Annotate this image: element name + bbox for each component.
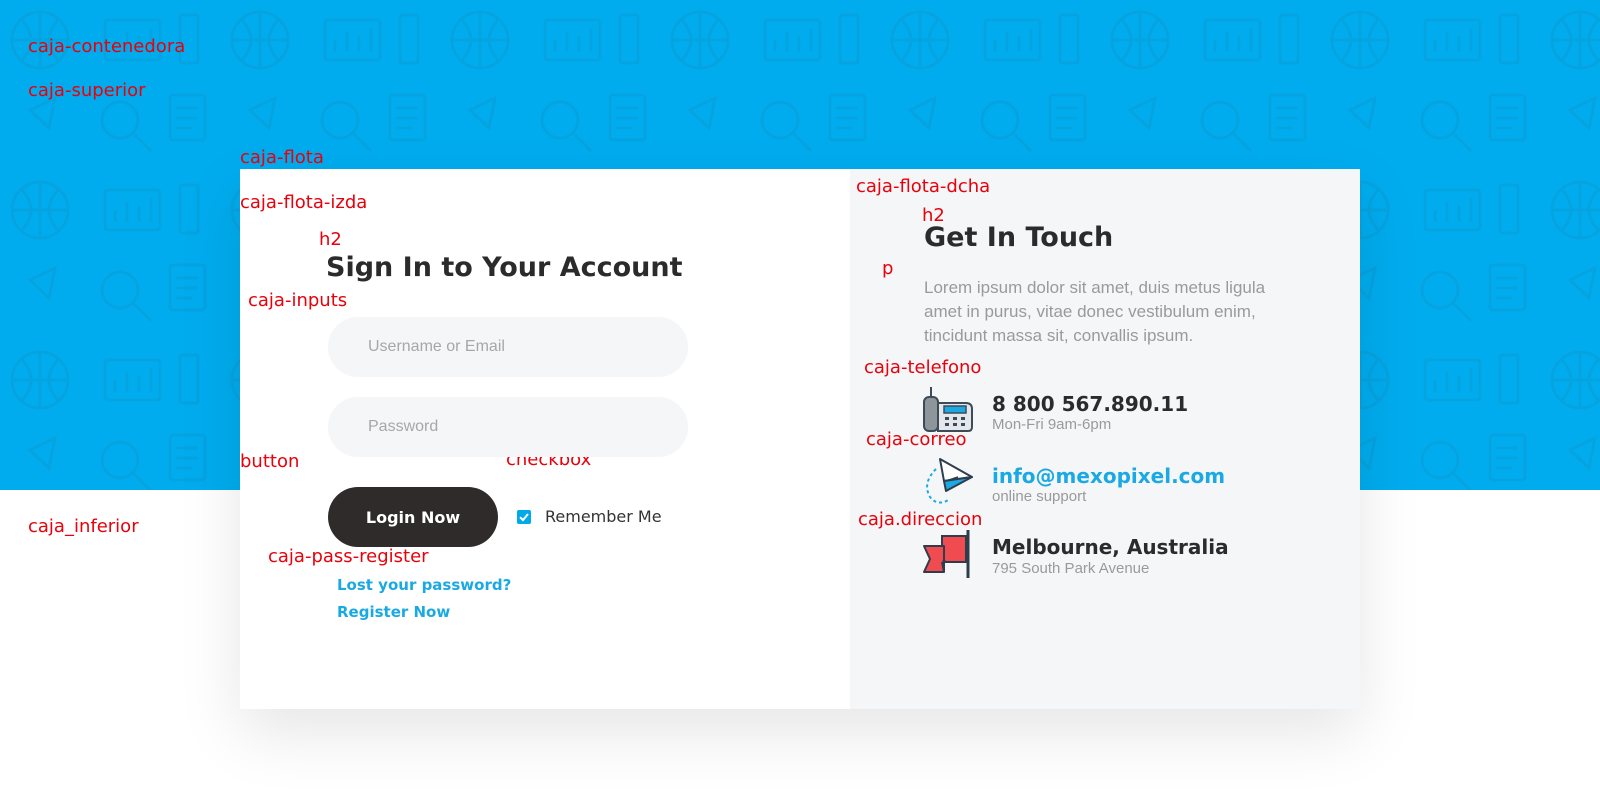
label-button: button: [240, 451, 300, 472]
telephone-icon: [923, 387, 973, 432]
address-street: 795 South Park Avenue: [992, 560, 1150, 577]
username-input[interactable]: [328, 317, 688, 377]
phone-number: 8 800 567.890.11: [992, 392, 1189, 416]
lost-password-link[interactable]: Lost your password?: [337, 576, 511, 594]
label-caja-flota-dcha: caja-flota-dcha: [856, 176, 991, 197]
label-caja-superior: caja-superior: [28, 80, 146, 101]
flag-icon: [923, 530, 970, 578]
password-input[interactable]: [328, 397, 688, 457]
label-h2-left: h2: [319, 229, 342, 250]
login-button[interactable]: Login Now: [328, 487, 498, 547]
label-caja-inferior: caja_inferior: [28, 516, 139, 537]
label-caja-pass-register: caja-pass-register: [268, 546, 429, 567]
label-caja-contenedora: caja-contenedora: [28, 36, 186, 57]
label-caja-flota-izda: caja-flota-izda: [240, 192, 368, 213]
paper-plane-icon: [926, 458, 973, 504]
remember-checkbox[interactable]: [517, 510, 531, 524]
label-caja-inputs: caja-inputs: [248, 290, 348, 311]
address-city: Melbourne, Australia: [992, 535, 1229, 559]
label-caja-telefono: caja-telefono: [864, 357, 982, 378]
label-p: p: [882, 258, 894, 279]
email-support-note: online support: [992, 488, 1087, 505]
email-address[interactable]: info@mexopixel.com: [992, 464, 1225, 488]
label-caja-direccion: caja.direccion: [858, 509, 983, 530]
contact-title: Get In Touch: [924, 222, 1114, 253]
label-caja-flota: caja-flota: [240, 147, 324, 168]
phone-hours: Mon-Fri 9am-6pm: [992, 416, 1112, 433]
signin-title: Sign In to Your Account: [326, 252, 683, 283]
contact-intro: Lorem ipsum dolor sit amet, duis metus l…: [924, 278, 1266, 345]
remember-label: Remember Me: [545, 507, 662, 526]
register-link[interactable]: Register Now: [337, 603, 450, 621]
check-icon: [519, 513, 529, 522]
